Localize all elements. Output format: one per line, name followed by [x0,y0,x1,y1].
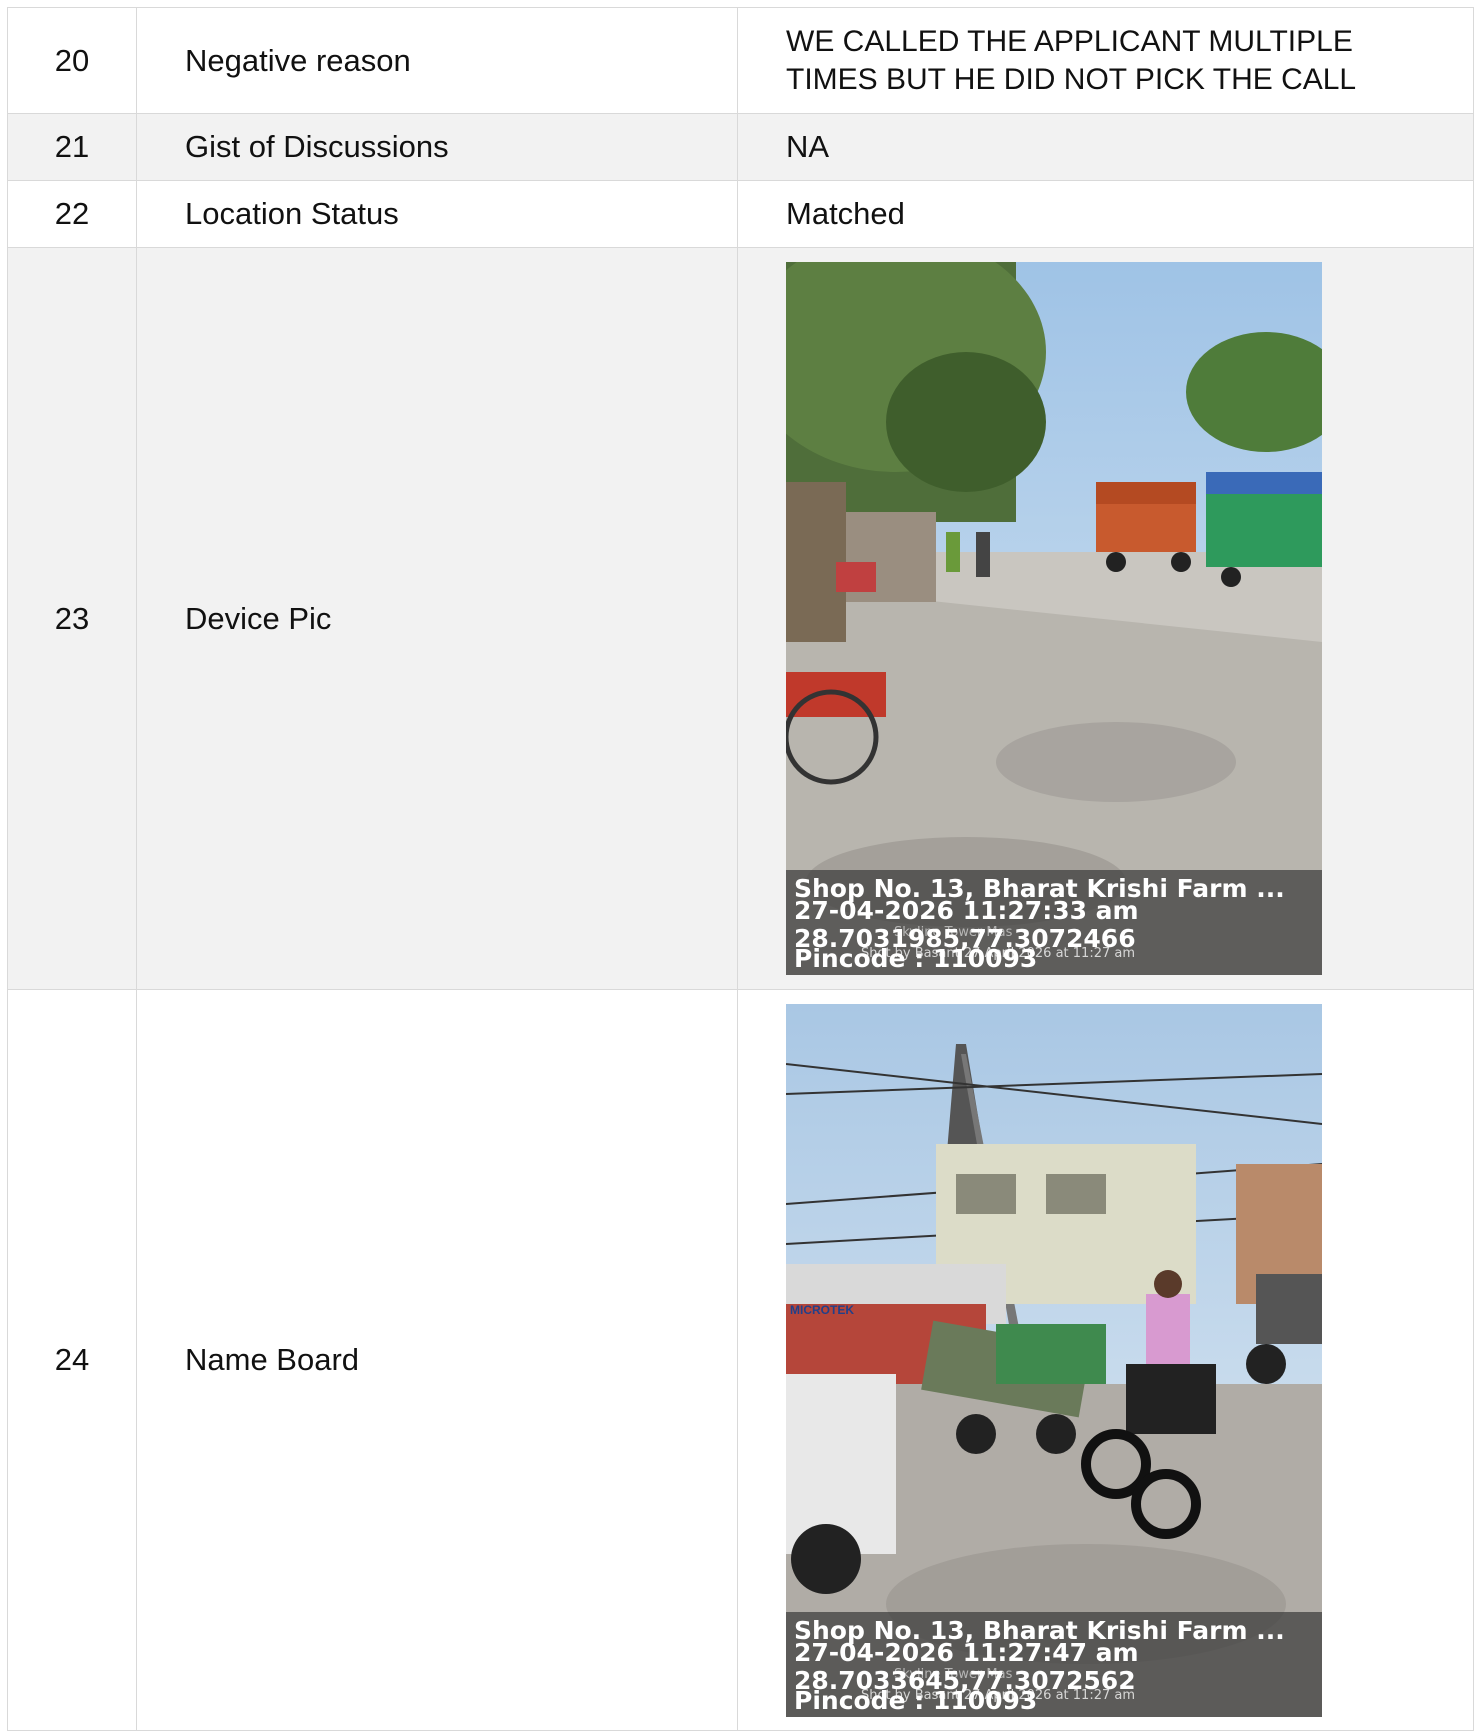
device-photo: Shop No. 13, Bharat Krishi Farm ... 27-0… [786,262,1322,975]
negative-reason-line-1: WE CALLED THE APPLICANT MULTIPLE [786,24,1353,58]
report-table: 20 Negative reason WE CALLED THE APPLICA… [7,7,1474,1731]
row-number: 23 [7,247,137,990]
row-value: WE CALLED THE APPLICANT MULTIPLE TIMES B… [737,7,1474,114]
row-value: Shop No. 13, Bharat Krishi Farm ... 27-0… [737,247,1474,990]
row-value: MICROTEK Shop No. 13, Bharat Krishi Farm… [737,989,1474,1731]
stamp-datetime: 27-04-2026 11:27:47 am [794,1637,1139,1667]
row-label: Negative reason [136,7,738,114]
row-number: 21 [7,113,137,181]
table-row: 21 Gist of Discussions NA [7,113,1474,181]
row-label: Location Status [136,180,738,248]
table-row: 20 Negative reason WE CALLED THE APPLICA… [7,7,1474,114]
street-scene-image [786,262,1322,975]
name-board-image: MICROTEK [786,1003,1322,1717]
table-row: 24 Name Board MICROTEK Shop No. 13, Bhar… [7,989,1474,1731]
row-number: 24 [7,989,137,1731]
photo-geotag-stamp: Shop No. 13, Bharat Krishi Farm ... 27-0… [786,870,1322,975]
stamp-datetime: 27-04-2026 11:27:33 am [794,896,1139,925]
photo-geotag-stamp: Shop No. 13, Bharat Krishi Farm ... 27-0… [786,1611,1322,1717]
name-board-photo: MICROTEK Shop No. 13, Bharat Krishi Farm… [786,1003,1322,1717]
table-row: 22 Location Status Matched [7,180,1474,248]
shop-sign-text: MICROTEK [790,1303,854,1317]
row-number: 20 [7,7,137,114]
row-label: Name Board [136,989,738,1731]
row-label: Gist of Discussions [136,113,738,181]
stamp-watermark: Shot by Basant 27 April 2026 at 11:27 am [861,1687,1136,1703]
negative-reason-line-2: TIMES BUT HE DID NOT PICK THE CALL [786,62,1357,96]
row-value: NA [737,113,1474,181]
stamp-watermark: Shot by Basant 27 April 2026 at 11:27 am [861,946,1136,961]
row-label: Device Pic [136,247,738,990]
table-row: 23 Device Pic Shop No. 13, Bharat Krishi… [7,247,1474,990]
row-value: Matched [737,180,1474,248]
row-number: 22 [7,180,137,248]
